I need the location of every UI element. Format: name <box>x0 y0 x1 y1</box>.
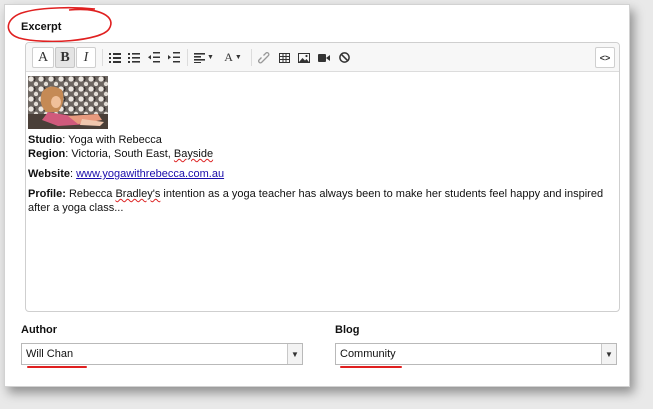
author-label: Author <box>21 324 58 336</box>
bullet-list-icon <box>109 52 121 63</box>
studio-value: : Yoga with Rebecca <box>62 134 162 146</box>
block-icon <box>338 52 350 63</box>
chevron-down-icon: ▼ <box>207 54 214 61</box>
author-select[interactable]: Will Chan ▼ <box>21 343 303 365</box>
photo-image <box>28 76 108 129</box>
blog-selected-value: Community <box>340 348 396 360</box>
clear-format-button[interactable] <box>335 47 353 68</box>
region-label: Region <box>28 148 66 160</box>
outdent-button[interactable] <box>145 47 163 68</box>
table-button[interactable] <box>275 47 293 68</box>
studio-line: Studio: Yoga with Rebecca <box>28 133 162 147</box>
align-left-icon <box>194 52 206 63</box>
profile-text-flagged: Bradley's <box>115 188 161 200</box>
outdent-icon <box>148 52 160 63</box>
region-value-flagged: Bayside <box>173 148 214 160</box>
font-style-button[interactable]: A <box>32 47 54 68</box>
link-button[interactable] <box>255 47 273 68</box>
text-color-glyph: A <box>224 50 233 64</box>
italic-button[interactable]: I <box>76 47 96 68</box>
italic-glyph: I <box>83 49 89 65</box>
video-icon <box>318 53 330 62</box>
blog-label: Blog <box>335 324 360 336</box>
align-button[interactable]: ▼ <box>191 47 217 68</box>
excerpt-label: Excerpt <box>21 21 62 33</box>
link-icon <box>258 51 270 63</box>
ordered-list-button[interactable] <box>125 47 143 68</box>
rich-text-editor[interactable]: A B I ▼ A ▼ <> Studio: Yoga with Rebecca… <box>25 42 620 312</box>
font-style-glyph: A <box>37 49 49 65</box>
annotation-underline <box>27 366 87 368</box>
code-view-glyph: <> <box>599 52 611 63</box>
bold-glyph: B <box>60 49 70 65</box>
image-icon <box>298 52 310 63</box>
unordered-list-button[interactable] <box>106 47 124 68</box>
profile-label: Profile: <box>28 188 66 200</box>
video-button[interactable] <box>315 47 333 68</box>
toolbar-divider <box>187 49 188 66</box>
indent-button[interactable] <box>165 47 183 68</box>
toolbar-divider <box>251 49 252 66</box>
code-view-button[interactable]: <> <box>595 47 615 68</box>
author-selected-value: Will Chan <box>26 348 74 360</box>
website-line: Website: www.yogawithrebecca.com.au <box>28 167 224 181</box>
indent-icon <box>168 52 180 63</box>
numbered-list-icon <box>128 52 140 63</box>
profile-paragraph: Profile: Rebecca Bradley's intention as … <box>28 187 613 215</box>
text-color-button[interactable]: A ▼ <box>220 47 246 68</box>
studio-label: Studio <box>28 134 63 146</box>
toolbar-divider <box>102 49 103 66</box>
website-link[interactable]: www.yogawithrebecca.com.au <box>76 168 224 180</box>
chevron-down-icon[interactable]: ▼ <box>287 344 302 364</box>
table-icon <box>278 52 290 63</box>
image-button[interactable] <box>295 47 313 68</box>
blog-select[interactable]: Community ▼ <box>335 343 617 365</box>
region-line: Region: Victoria, South East, Bayside <box>28 147 213 161</box>
region-value: : Victoria, South East, <box>65 148 174 160</box>
chevron-down-icon: ▼ <box>234 54 242 61</box>
bold-button[interactable]: B <box>55 47 75 68</box>
editor-toolbar: A B I ▼ A ▼ <> <box>26 43 619 72</box>
annotation-underline <box>340 366 402 368</box>
profile-text-pre: Rebecca <box>65 188 116 200</box>
chevron-down-icon[interactable]: ▼ <box>601 344 616 364</box>
excerpt-panel: Excerpt A B I ▼ A ▼ <> Studio: Yoga with… <box>4 4 630 387</box>
website-label: Website <box>28 168 70 180</box>
studio-photo <box>28 76 108 129</box>
